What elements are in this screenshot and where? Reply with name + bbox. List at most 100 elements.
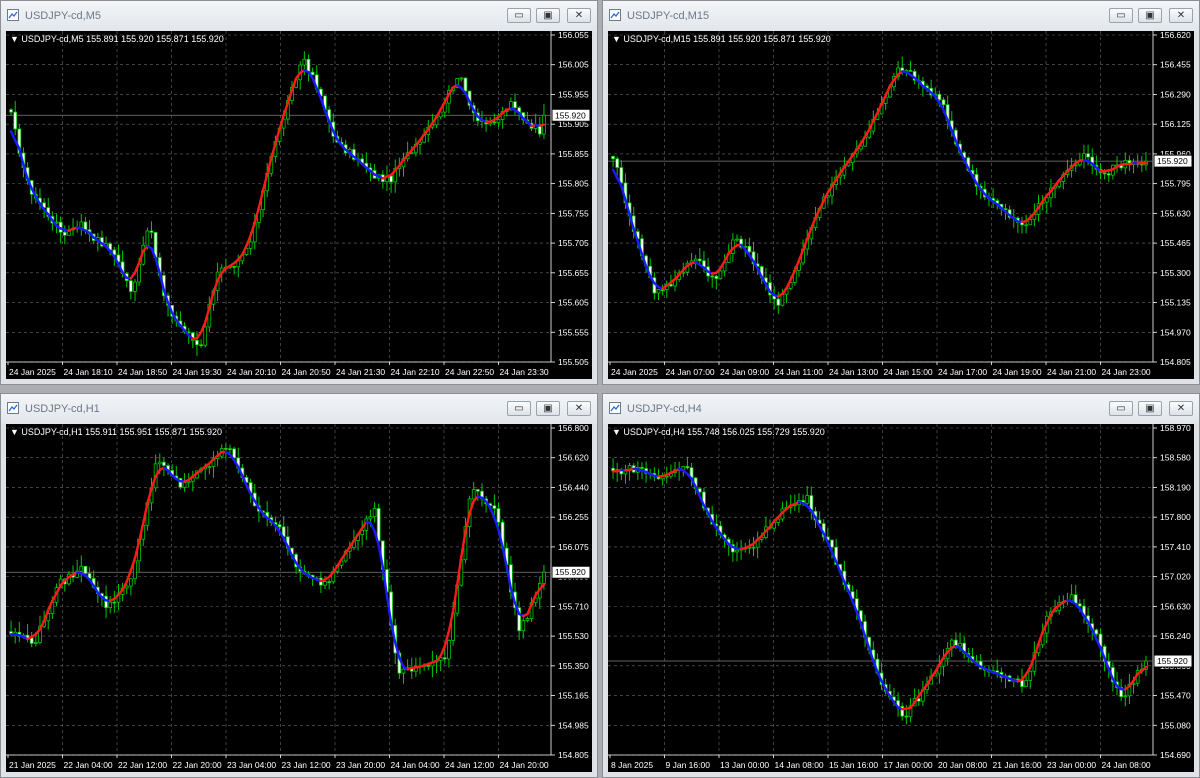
bear-candle <box>611 155 615 160</box>
maximize-button[interactable]: ▣ <box>1138 8 1162 23</box>
candlestick-chart[interactable]: 156.620156.455156.290156.125155.960155.7… <box>608 31 1194 381</box>
x-tick-label: 15 Jan 16:00 <box>829 760 878 770</box>
bull-candle <box>129 578 133 587</box>
window-titlebar[interactable]: USDJPY-cd,H1 ▭ ▣ ✕ <box>1 394 597 424</box>
minimize-button[interactable]: ▭ <box>507 401 531 416</box>
y-tick-label: 155.605 <box>558 298 589 308</box>
y-tick-label: 156.800 <box>558 424 589 433</box>
x-tick-label: 23 Jan 00:00 <box>1047 760 1096 770</box>
maximize-button[interactable]: ▣ <box>536 8 560 23</box>
current-price-label: 155.920 <box>555 567 586 577</box>
close-button[interactable]: ✕ <box>1169 8 1193 23</box>
chart-window-h1[interactable]: USDJPY-cd,H1 ▭ ▣ ✕ 156.800 156.620 156.440… <box>0 393 598 778</box>
minimize-button[interactable]: ▭ <box>1109 401 1133 416</box>
y-tick-label: 154.690 <box>1160 750 1191 760</box>
bull-candle <box>248 241 253 249</box>
chart-window-m5[interactable]: USDJPY-cd,M5 ▭ ▣ ✕ 156.055 156.005 155.955… <box>0 0 598 385</box>
y-tick-label: 158.970 <box>1160 424 1191 433</box>
candlestick-chart[interactable]: 158.970 158.580 158.190 157.800 157.410 157.0… <box>608 424 1194 774</box>
bear-candle <box>327 581 331 583</box>
x-tick-label: 24 Jan 15:00 <box>884 367 933 377</box>
x-tick-label: 24 Jan 23:00 <box>1102 367 1151 377</box>
bear-candle <box>162 461 166 466</box>
chart-window-m15[interactable]: USDJPY-cd,M15 ▭ ▣ ✕ 156.620 156.455 156.29… <box>602 0 1200 385</box>
y-tick-label: 156.620 <box>1160 31 1191 40</box>
y-tick-label: 155.955 <box>558 89 589 99</box>
chart-window-h4[interactable]: USDJPY-cd,H4 ▭ ▣ ✕ 158.970 158.580 158.190… <box>602 393 1200 778</box>
price-chart[interactable]: 156.055 156.005 155.955 155.905 155.855 155.8… <box>6 31 592 379</box>
x-tick-label: 14 Jan 08:00 <box>775 760 824 770</box>
bear-candle <box>83 221 88 231</box>
bear-candle <box>710 275 715 278</box>
candlestick-chart[interactable]: 156.055156.005155.955155.905155.855155.8… <box>6 31 592 381</box>
y-tick-label: 154.805 <box>1160 357 1191 367</box>
x-tick-label: 24 Jan 07:00 <box>666 367 715 377</box>
price-chart[interactable]: 158.970 158.580 158.190 157.800 157.410 157.0… <box>608 424 1194 772</box>
bear-candle <box>149 230 154 233</box>
bull-candle <box>447 640 451 660</box>
y-tick-label: 155.080 <box>1160 720 1191 730</box>
y-tick-label: 155.465 <box>1160 238 1191 248</box>
window-titlebar[interactable]: USDJPY-cd,M15 ▭ ▣ ✕ <box>603 1 1199 31</box>
x-tick-label: 24 Jan 21:00 <box>1047 367 1096 377</box>
y-tick-label: 155.530 <box>558 631 589 641</box>
price-chart[interactable]: 156.800156.620156.440156.255156.075155.8… <box>6 424 592 772</box>
minimize-button[interactable]: ▭ <box>507 8 531 23</box>
bull-candle <box>958 642 962 647</box>
bear-candle <box>1094 629 1099 635</box>
x-tick-label: 24 Jan 22:50 <box>445 367 494 377</box>
y-tick-label: 155.350 <box>558 661 589 671</box>
y-tick-label: 155.505 <box>558 357 589 367</box>
maximize-button[interactable]: ▣ <box>536 401 560 416</box>
chart-window-icon <box>7 402 19 414</box>
y-tick-label: 158.580 <box>1160 453 1191 463</box>
bull-candle <box>79 565 84 572</box>
y-tick-label: 155.795 <box>1160 179 1191 189</box>
bear-candle <box>129 280 133 292</box>
bear-candle <box>199 344 203 347</box>
bear-candle <box>13 111 18 130</box>
close-button[interactable]: ✕ <box>1169 401 1193 416</box>
x-tick-label: 24 Jan 20:00 <box>500 760 549 770</box>
bear-candle <box>306 58 311 73</box>
bear-candle <box>376 508 381 542</box>
bear-candle <box>224 448 228 450</box>
x-tick-label: 21 Jan 16:00 <box>993 760 1042 770</box>
x-tick-label: 21 Jan 2025 <box>9 760 56 770</box>
bear-candle <box>1106 173 1111 176</box>
bull-candle <box>302 58 307 66</box>
bull-candle <box>401 668 406 674</box>
y-tick-label: 156.440 <box>558 482 589 492</box>
x-tick-label: 17 Jan 00:00 <box>884 760 933 770</box>
bear-candle <box>615 158 620 168</box>
close-button[interactable]: ✕ <box>567 8 591 23</box>
bull-candle <box>735 549 739 553</box>
bull-candle <box>1024 680 1028 687</box>
price-chart[interactable]: 156.620 156.455 156.290 156.125 155.960 155.7… <box>608 31 1194 379</box>
window-title: USDJPY-cd,M5 <box>25 10 102 22</box>
y-tick-label: 156.055 <box>558 31 589 40</box>
bear-candle <box>232 266 236 268</box>
bear-candle <box>83 565 88 574</box>
bear-candle <box>492 121 497 124</box>
x-tick-label: 24 Jan 19:00 <box>993 367 1042 377</box>
y-tick-label: 155.165 <box>558 691 589 701</box>
bear-candle <box>62 231 67 236</box>
close-button[interactable]: ✕ <box>567 401 591 416</box>
window-titlebar[interactable]: USDJPY-cd,H4 ▭ ▣ ✕ <box>603 394 1199 424</box>
x-tick-label: 24 Jan 18:10 <box>64 367 113 377</box>
minimize-button[interactable]: ▭ <box>1109 8 1133 23</box>
trend-segment <box>369 521 376 533</box>
trend-segment <box>1140 665 1148 673</box>
candlestick-chart[interactable]: 156.800156.620156.440156.255156.075155.8… <box>6 424 592 774</box>
x-tick-label: 24 Jan 23:30 <box>500 367 549 377</box>
bull-candle <box>656 289 661 294</box>
y-tick-label: 154.805 <box>558 750 589 760</box>
maximize-button[interactable]: ▣ <box>1138 401 1162 416</box>
bull-candle <box>182 482 187 488</box>
bull-candle <box>1024 224 1028 227</box>
chart-info-label: ▼ USDJPY-cd,H4 155.748 156.025 155.729 1… <box>612 427 825 437</box>
window-titlebar[interactable]: USDJPY-cd,M5 ▭ ▣ ✕ <box>1 1 597 31</box>
bull-candle <box>157 461 162 465</box>
x-tick-label: 24 Jan 20:50 <box>282 367 331 377</box>
